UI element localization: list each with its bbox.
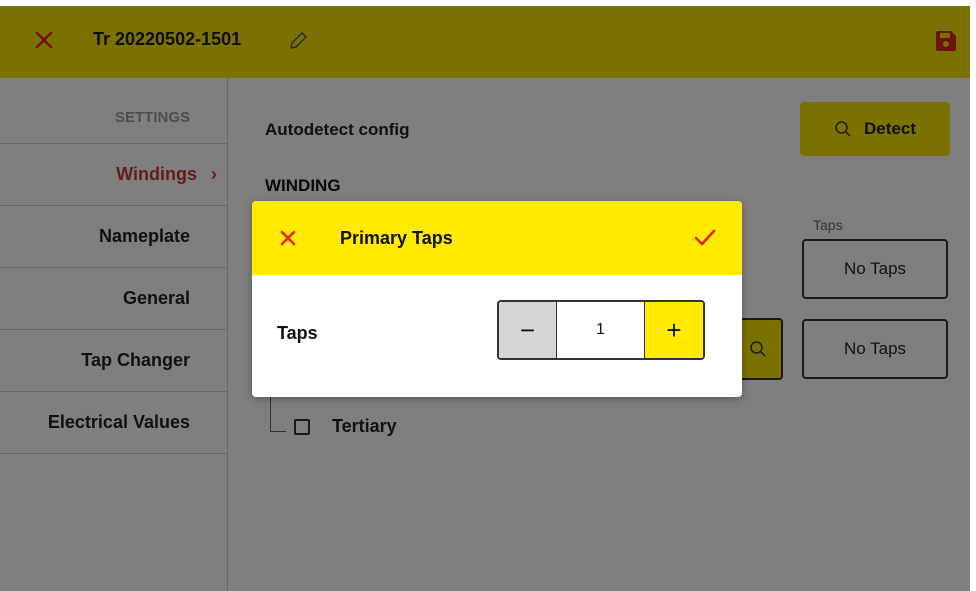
close-icon[interactable] xyxy=(279,225,297,253)
primary-taps-dialog: Primary Taps Taps − 1 + xyxy=(252,201,742,397)
taps-field-label: Taps xyxy=(277,323,318,343)
decrement-button[interactable]: − xyxy=(499,302,557,358)
stepper-value[interactable]: 1 xyxy=(557,302,645,358)
increment-button[interactable]: + xyxy=(645,302,703,358)
checkmark-icon[interactable] xyxy=(692,225,718,251)
minus-icon: − xyxy=(519,314,536,345)
taps-stepper: − 1 + xyxy=(497,300,705,360)
dialog-header: Primary Taps xyxy=(252,201,742,275)
app-window: Tr 20220502-1501 SETTINGS Windings › Nam… xyxy=(0,6,970,591)
plus-icon: + xyxy=(666,314,682,345)
dialog-title: Primary Taps xyxy=(340,228,453,248)
